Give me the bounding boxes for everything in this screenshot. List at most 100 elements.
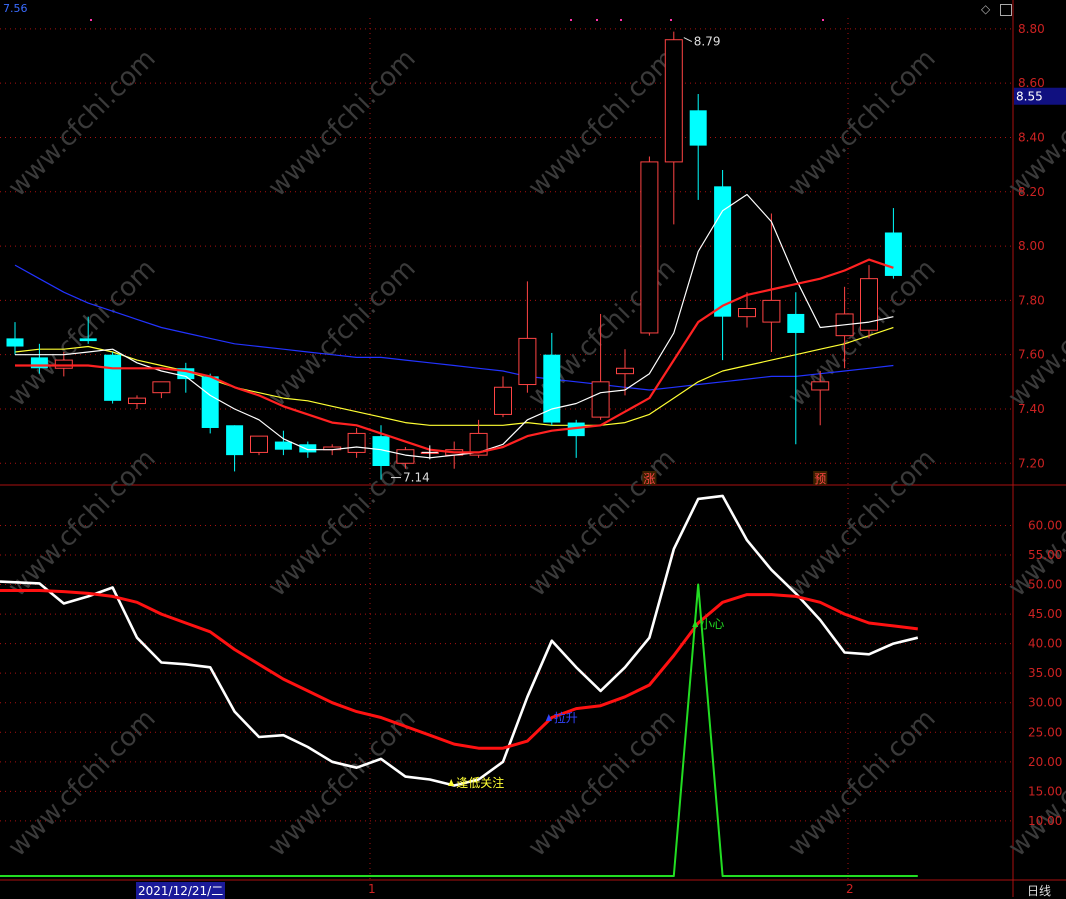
top-event-marker	[670, 19, 672, 21]
watermark-text: www.cfchi.com	[523, 704, 682, 863]
osc-axis-tick: 10.00	[1028, 814, 1062, 828]
osc-annotation-text: 拉升	[554, 710, 578, 725]
price-axis-tick: 8.80	[1018, 22, 1045, 36]
candle-body	[299, 444, 317, 453]
osc-axis-tick: 20.00	[1028, 755, 1062, 769]
candle-body	[152, 381, 171, 394]
price-axis-tick: 7.20	[1018, 456, 1045, 470]
annotation-arrow-icon	[448, 779, 455, 786]
watermark-text: www.cfchi.com	[783, 44, 942, 203]
candle-body	[518, 337, 537, 386]
candle-body	[347, 432, 366, 453]
candle-body	[543, 354, 561, 423]
osc-axis-tick: 40.00	[1028, 637, 1062, 651]
candle-body	[640, 161, 659, 334]
grid-layer	[0, 0, 1066, 897]
candle[interactable]	[664, 31, 683, 225]
candle-body	[762, 299, 781, 323]
candle[interactable]	[6, 322, 24, 355]
candle-body	[811, 381, 830, 391]
candle-body	[201, 376, 219, 428]
oscillator-series	[0, 494, 919, 877]
osc-axis-tick: 55.00	[1028, 548, 1062, 562]
current-price-label: 8.55	[1016, 90, 1043, 104]
candle[interactable]	[201, 373, 219, 434]
candle[interactable]	[884, 208, 902, 279]
panel-toggle-icon[interactable]	[1000, 4, 1012, 16]
candle[interactable]	[104, 351, 122, 404]
candle[interactable]	[714, 170, 732, 361]
candle-body	[689, 110, 707, 146]
x-axis-date-label: 2021/12/21/二	[136, 882, 226, 899]
candle-body	[591, 381, 610, 418]
top-event-marker	[596, 19, 598, 21]
top-event-marker	[620, 19, 622, 21]
ma5-polyline	[15, 193, 894, 459]
candle-body	[6, 338, 24, 347]
osc-annotation: 逢低关注	[448, 775, 504, 790]
candle-body	[30, 357, 48, 369]
watermark-text: www.cfchi.com	[263, 704, 422, 863]
candle[interactable]	[152, 381, 171, 399]
price-axis-tick: 8.40	[1018, 130, 1045, 144]
watermark-text: www.cfchi.com	[783, 704, 942, 863]
high-arrow	[683, 37, 693, 43]
candle[interactable]	[640, 156, 659, 336]
osc-axis-tick: 30.00	[1028, 696, 1062, 710]
price-axis-tick: 7.60	[1018, 348, 1045, 362]
top-event-marker	[822, 19, 824, 21]
event-marker-text: 预	[814, 472, 826, 486]
price-axis-tick: 8.00	[1018, 239, 1045, 253]
candle[interactable]	[518, 281, 537, 393]
price-axis-tick: 7.80	[1018, 293, 1045, 307]
low-price-label: 7.14	[403, 471, 430, 485]
candle[interactable]	[226, 425, 244, 472]
watermark-text: www.cfchi.com	[1003, 44, 1066, 203]
watermark-text: www.cfchi.com	[783, 444, 942, 603]
candle[interactable]	[128, 395, 146, 409]
price-axis-tick: 7.40	[1018, 402, 1045, 416]
top-event-marker	[570, 19, 572, 21]
candle-body	[494, 386, 512, 415]
osc-axis-tick: 25.00	[1028, 725, 1062, 739]
watermark-text: www.cfchi.com	[3, 444, 162, 603]
candle[interactable]	[689, 94, 707, 200]
high-price-label: 8.79	[694, 35, 721, 49]
x-axis-month-label: 1	[368, 882, 376, 896]
osc-annotation-text: 逢低关注	[456, 775, 504, 790]
candle-body	[714, 186, 732, 317]
osc-axis-tick: 15.00	[1028, 784, 1062, 798]
top-event-marker	[90, 19, 92, 21]
candle[interactable]	[860, 265, 878, 339]
candle[interactable]	[494, 376, 512, 418]
watermark-text: www.cfchi.com	[263, 44, 422, 203]
candle-body	[54, 359, 73, 369]
chart-canvas: www.cfchi.com www.cfchi.com www.cfchi.com w…	[0, 0, 1066, 897]
candle[interactable]	[567, 419, 585, 458]
candle[interactable]	[787, 292, 805, 445]
candle-body	[396, 449, 415, 464]
ma5-line	[15, 193, 894, 459]
osc-axis-tick: 35.00	[1028, 666, 1062, 680]
candle-body	[79, 338, 97, 342]
candle[interactable]	[347, 427, 366, 458]
candle[interactable]	[250, 435, 268, 456]
x-axis-month-label: 2	[846, 882, 854, 896]
candle[interactable]	[177, 362, 195, 393]
candle-body	[250, 435, 268, 453]
candle-body	[616, 367, 634, 375]
top-left-value: 7.56	[3, 2, 28, 15]
osc-annotation-text: 小心	[700, 617, 724, 631]
diamond-icon[interactable]: ◇	[981, 2, 990, 16]
watermark-text: www.cfchi.com	[1003, 254, 1066, 413]
watermark-text: www.cfchi.com	[783, 254, 942, 413]
ma20-line	[14, 326, 894, 426]
event-marker-text: 涨	[643, 471, 655, 486]
ma20-polyline	[14, 326, 894, 426]
candle-body	[787, 313, 805, 333]
watermark-text: www.cfchi.com	[3, 44, 162, 203]
candle-body	[128, 397, 146, 405]
watermark-text: www.cfchi.com	[523, 444, 682, 603]
period-tab[interactable]: 日线	[1027, 882, 1051, 899]
price-axis-tick: 8.20	[1018, 185, 1045, 199]
